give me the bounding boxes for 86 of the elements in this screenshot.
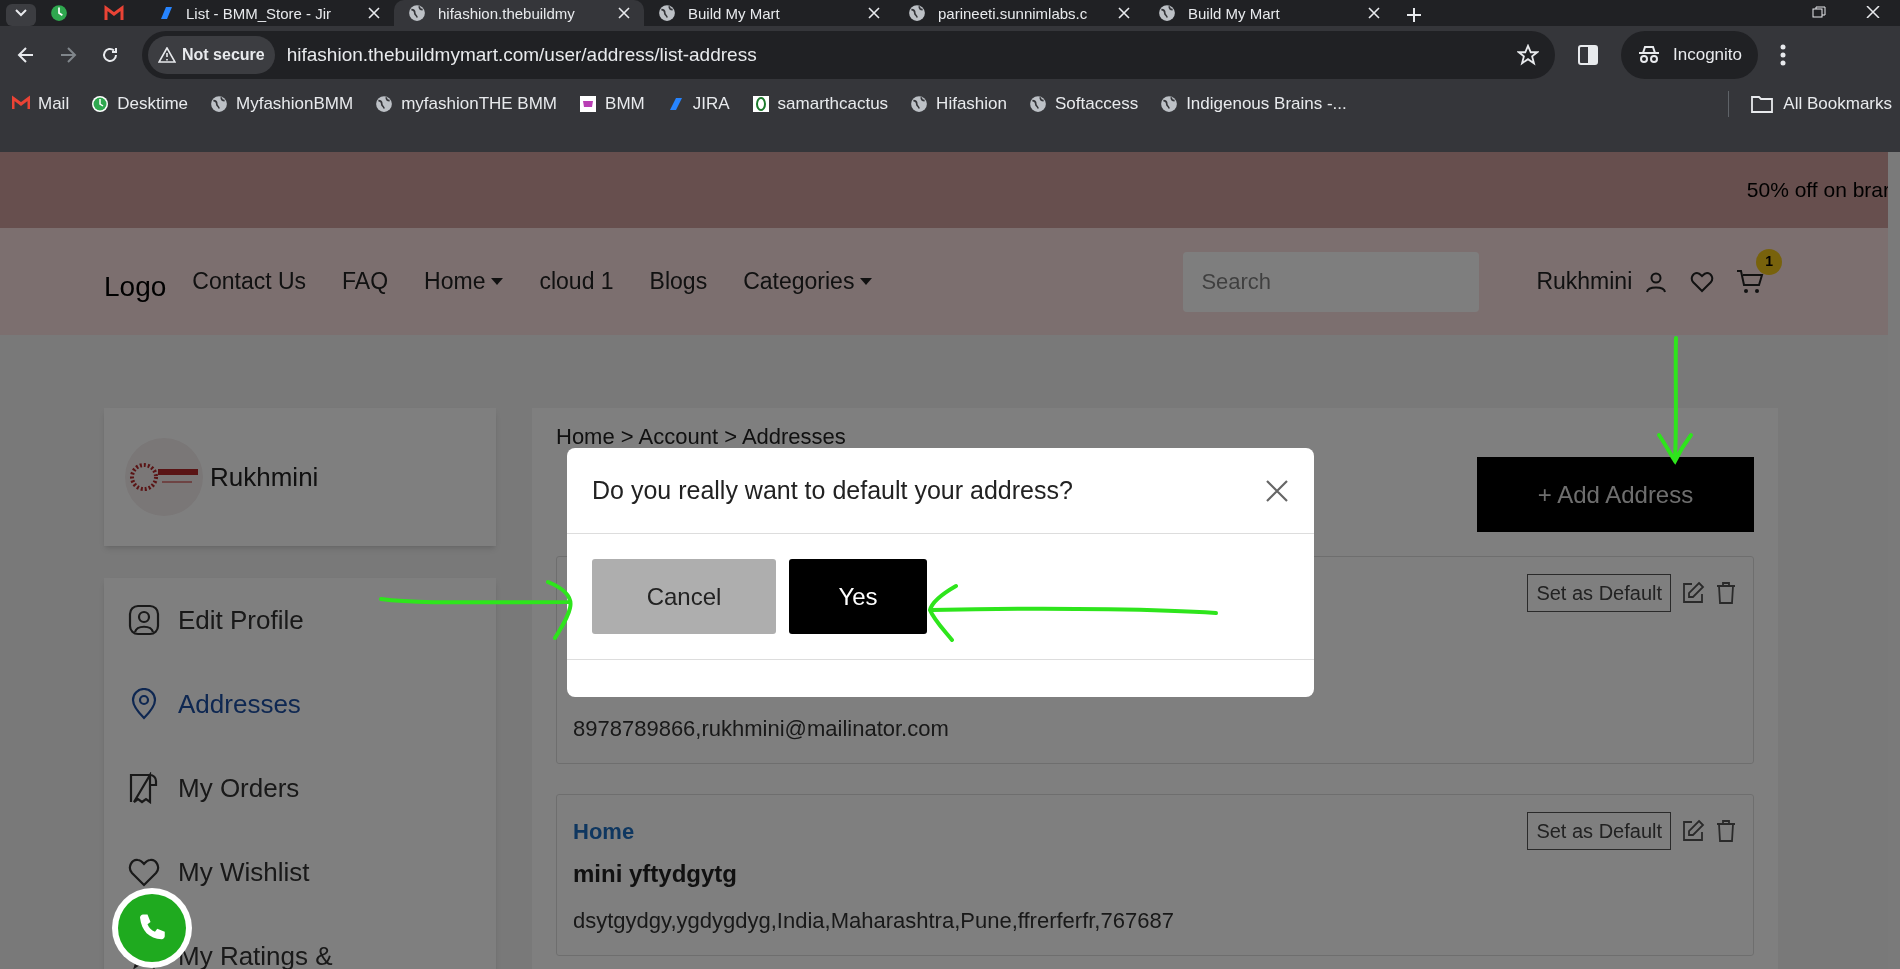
globe-icon [375,95,394,113]
breadcrumb: Home > Account > Addresses [556,423,847,451]
globe-icon [910,95,929,113]
folder-icon [1751,95,1774,113]
sidebar-item[interactable]: My Orders [128,746,496,830]
reload-icon[interactable] [100,45,120,65]
bookmark[interactable]: MyfashionBMM [210,91,354,117]
cart-count-badge: 1 [1756,248,1783,275]
add-address-button[interactable]: + Add Address [1477,457,1754,532]
promo-text: 50% off on brar [1746,177,1890,204]
user-icon [128,604,160,636]
trash-icon[interactable] [1715,581,1737,605]
tab-title: parineeti.sunnimlabs.c [938,5,1089,21]
more-icon[interactable] [1780,44,1786,66]
bookmark[interactable]: JIRA [666,91,730,117]
nav-link[interactable]: Blogs [649,264,708,299]
user-name[interactable]: Rukhmini [1536,264,1633,299]
search-field[interactable]: Search [1183,251,1480,312]
sidebar-item[interactable]: Edit Profile [128,578,496,662]
bookmark[interactable]: myfashionTHE BMM [375,91,558,117]
bookmark[interactable]: Softaccess [1029,91,1139,117]
site-icon [658,4,676,22]
logo-icon [158,5,174,21]
cart-icon[interactable] [1736,268,1765,295]
bookmark[interactable]: Indigenous Brains -... [1160,91,1347,117]
dialog-title: Do you really want to default your address? [592,474,1073,506]
globe-icon [1160,95,1179,113]
cancel-button[interactable]: Cancel [592,559,776,634]
clock-icon [91,95,110,113]
set-default-button[interactable]: Set as Default [1527,812,1671,850]
leaf-logo-icon [751,95,770,113]
browser-tab[interactable]: parineeti.sunnimlabs.c [894,0,1144,26]
nav-link[interactable]: FAQ [342,264,389,299]
brand-logo-icon [124,437,204,517]
bookmark[interactable]: Mail [12,91,70,117]
browser-tab[interactable]: hifashion.thebuildmy [394,0,644,26]
warning-icon [158,47,176,63]
tab-title: hifashion.thebuildmy [438,5,576,21]
incognito-button[interactable]: Incognito [1621,31,1758,79]
profile-name: Rukhmini [210,460,319,494]
heart-icon [128,856,160,888]
recipient-name: mini yftydgytg [573,859,737,889]
url-text: hifashion.thebuildmymart.com/user/address/list-address [286,42,758,67]
tab-search-icon[interactable] [6,4,36,26]
restore-icon[interactable] [1812,6,1826,18]
tab-title: Build My Mart [688,5,781,21]
edit-icon[interactable] [1681,581,1705,605]
nav-link[interactable]: cloud 1 [539,264,614,299]
browser-tab[interactable]: List - BMM_Store - Jir [144,0,394,26]
tab-title: List - BMM_Store - Jir [186,5,333,21]
sidebar-item[interactable]: My Wishlist [128,830,496,914]
bookmarks-folder[interactable]: All Bookmarks [1728,91,1892,117]
mail-icon [104,5,124,21]
address-label: Home [573,817,635,846]
site-logo[interactable]: Logo [104,265,167,308]
forward-icon[interactable] [58,45,78,65]
bookmark[interactable]: Desktime [91,91,189,117]
sidebar-item[interactable]: Addresses [128,662,496,746]
nav-link[interactable]: Home [424,264,504,299]
contact-text: 8978789866,rukhmini@mailinator.com [573,714,949,743]
heart-icon[interactable] [1690,270,1715,293]
shop-icon [579,95,598,113]
browser-tab[interactable]: Build My Mart [644,0,894,26]
bookmark[interactable]: BMM [579,91,645,117]
address-bar[interactable]: Not secure hifashion.thebuildmymart.com/user/address/list-address [142,31,1555,79]
receipt-icon [128,772,160,804]
incognito-icon [1637,45,1661,65]
bookmark[interactable]: Hifashion [910,91,1007,117]
nav-link[interactable]: Categories [743,264,873,299]
trash-icon[interactable] [1715,819,1737,843]
yes-button[interactable]: Yes [789,559,927,634]
side-panel-icon[interactable] [1577,44,1599,66]
address-text: dsytgydgy,ygdygdyg,India,Maharashtra,Pune,ffrerferfr,767687 [573,906,1174,935]
edit-icon[interactable] [1681,819,1705,843]
site-icon [408,4,426,22]
browser-tab[interactable]: Build My Mart [1144,0,1394,26]
set-default-button[interactable]: Set as Default [1527,574,1671,612]
site-icon [908,4,926,22]
globe-icon [210,95,229,113]
back-icon[interactable] [16,45,36,65]
bookmark[interactable]: samarthcactus [751,91,889,117]
tab-title: Build My Mart [1188,5,1281,21]
site-icon [1158,4,1176,22]
globe-icon [1029,95,1047,113]
nav-link[interactable]: Contact Us [192,264,307,299]
clock-icon [50,4,68,22]
